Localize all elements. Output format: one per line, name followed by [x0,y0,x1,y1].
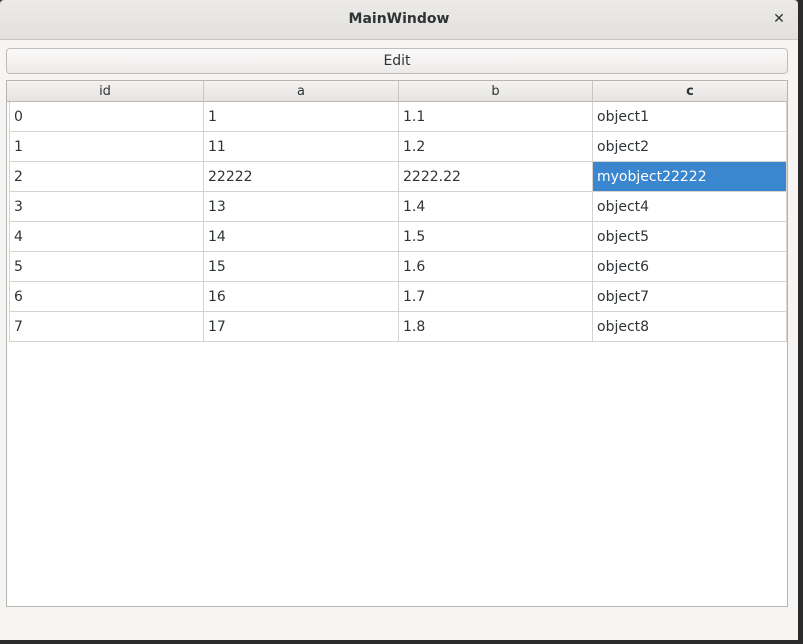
cell-id[interactable]: 5 [9,252,204,282]
cell-c[interactable]: object7 [593,282,787,312]
cell-c[interactable]: object8 [593,312,787,342]
edit-button[interactable]: Edit [6,48,788,74]
cell-id[interactable]: 6 [9,282,204,312]
column-header-b[interactable]: b [399,81,593,101]
table-row[interactable]: 5 15 1.6 object6 [9,252,787,282]
cell-b[interactable]: 1.1 [399,102,593,132]
cell-a[interactable]: 15 [204,252,399,282]
cell-a[interactable]: 17 [204,312,399,342]
cell-b[interactable]: 2222.22 [399,162,593,192]
cell-b[interactable]: 1.4 [399,192,593,222]
table-row[interactable]: 2 22222 2222.22 myobject22222 [9,162,787,192]
cell-id[interactable]: 2 [9,162,204,192]
cell-b[interactable]: 1.8 [399,312,593,342]
cell-a[interactable]: 22222 [204,162,399,192]
cell-b[interactable]: 1.5 [399,222,593,252]
title-bar[interactable]: MainWindow ✕ [0,0,798,40]
cell-a[interactable]: 1 [204,102,399,132]
window-title: MainWindow [348,11,450,27]
table-row[interactable]: 4 14 1.5 object5 [9,222,787,252]
cell-a[interactable]: 16 [204,282,399,312]
table-row[interactable]: 6 16 1.7 object7 [9,282,787,312]
cell-c-selected[interactable]: myobject22222 [593,162,787,192]
close-icon[interactable]: ✕ [772,9,786,29]
table-header: id a b c [7,81,787,102]
cell-b[interactable]: 1.2 [399,132,593,162]
cell-a[interactable]: 13 [204,192,399,222]
column-header-c[interactable]: c [593,81,787,101]
table-row[interactable]: 3 13 1.4 object4 [9,192,787,222]
cell-id[interactable]: 4 [9,222,204,252]
cell-c[interactable]: object1 [593,102,787,132]
cell-id[interactable]: 3 [9,192,204,222]
table-row[interactable]: 1 11 1.2 object2 [9,132,787,162]
cell-c[interactable]: object6 [593,252,787,282]
cell-a[interactable]: 11 [204,132,399,162]
column-header-a[interactable]: a [204,81,399,101]
cell-id[interactable]: 7 [9,312,204,342]
cell-a[interactable]: 14 [204,222,399,252]
table-row[interactable]: 7 17 1.8 object8 [9,312,787,342]
desktop-background-bottom [0,640,803,644]
main-window: MainWindow ✕ Edit id a b c 0 1 1.1 objec… [0,0,798,640]
cell-c[interactable]: object2 [593,132,787,162]
cell-b[interactable]: 1.7 [399,282,593,312]
data-table[interactable]: id a b c 0 1 1.1 object1 1 11 1.2 object… [6,80,788,607]
table-row[interactable]: 0 1 1.1 object1 [9,102,787,132]
cell-id[interactable]: 0 [9,102,204,132]
desktop-background [798,0,803,644]
cell-id[interactable]: 1 [9,132,204,162]
cell-c[interactable]: object5 [593,222,787,252]
cell-c[interactable]: object4 [593,192,787,222]
column-header-id[interactable]: id [7,81,204,101]
cell-b[interactable]: 1.6 [399,252,593,282]
